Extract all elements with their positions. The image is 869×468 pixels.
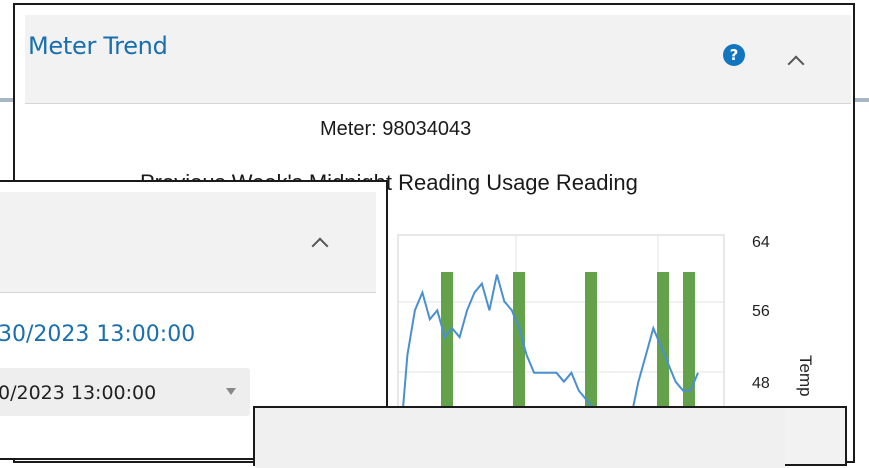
y2-axis-label: Temp [796, 355, 815, 397]
reading-date-link[interactable]: 30/2023 13:00:00 [0, 322, 195, 347]
y2-tick-label: 48 [752, 375, 770, 392]
caret-down-icon [226, 388, 236, 395]
y2-tick-label: 64 [752, 234, 770, 251]
front-panel-body [255, 408, 785, 468]
reading-date-select[interactable]: 0/2023 13:00:00 [0, 368, 250, 416]
select-value: 0/2023 13:00:00 [0, 382, 157, 404]
y2-tick-label: 56 [752, 303, 770, 320]
front-panel [253, 406, 847, 468]
